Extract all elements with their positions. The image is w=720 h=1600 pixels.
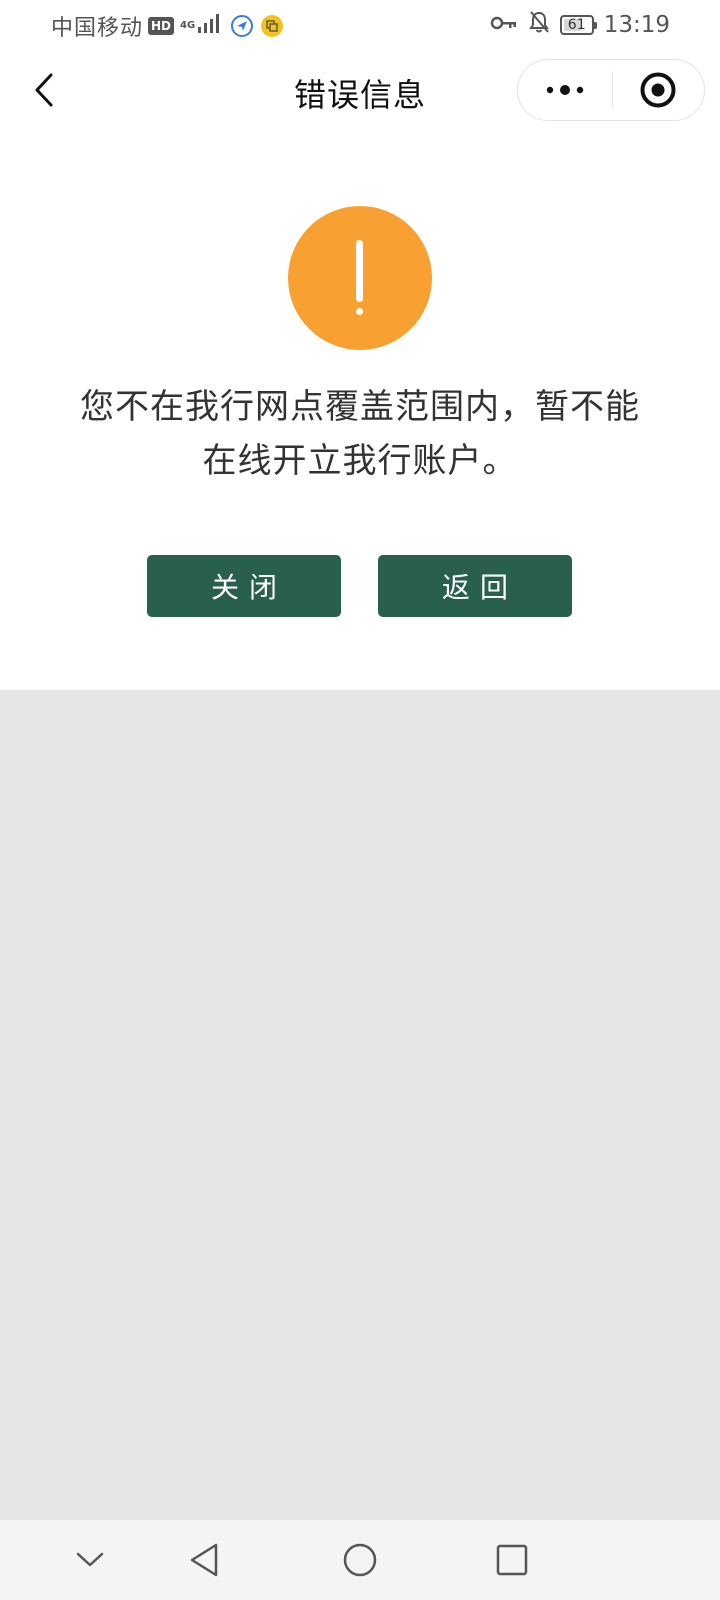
more-button[interactable] [518,60,612,120]
navigation-app-icon [231,15,254,37]
warning-exclamation-bar [356,240,363,302]
copy-app-icon [261,15,284,37]
bell-muted-icon [528,10,550,40]
exit-mini-program-button[interactable] [613,60,705,120]
clock: 13:19 [603,12,670,38]
return-button[interactable]: 返回 [378,555,572,617]
battery-icon: 61 [559,15,597,35]
circle-home-icon [343,1543,377,1577]
navigation-bar: 错误信息 [0,50,720,132]
network-type: 4G [180,20,196,31]
warning-icon [288,206,432,350]
error-content: 您不在我行网点覆盖范围内，暂不能 在线开立我行账户。 关闭 返回 [0,132,720,690]
battery-percent: 61 [567,17,586,33]
target-close-icon [640,72,676,108]
carrier-name: 中国移动 [51,16,144,41]
signal-icon [197,12,223,40]
warning-exclamation-dot [356,308,363,315]
hd-badge: HD [148,17,175,35]
system-navigation-bar [0,1520,720,1600]
error-message-line-2: 在线开立我行账户。 [202,441,518,481]
key-icon [490,13,518,38]
square-recents-icon [496,1544,528,1576]
more-dots-icon [546,85,583,95]
mini-program-capsule [517,59,705,121]
status-left: 中国移动 HD 4G [51,10,284,42]
error-message: 您不在我行网点覆盖范围内，暂不能 在线开立我行账户。 [40,380,680,488]
recents-button[interactable] [490,1538,534,1582]
system-back-button[interactable] [182,1538,226,1582]
chevron-down-icon [76,1552,104,1567]
collapse-button[interactable] [68,1538,112,1582]
status-right: 61 13:19 [480,10,670,40]
error-message-line-1: 您不在我行网点覆盖范围内，暂不能 [80,387,640,427]
screen: 中国移动 HD 4G 61 13:19 错误信息 您不在我行网点覆盖范围内，暂不… [0,0,720,1600]
triangle-back-icon [190,1543,218,1577]
close-button[interactable]: 关闭 [147,555,341,617]
home-button[interactable] [338,1538,382,1582]
status-bar: 中国移动 HD 4G 61 13:19 [0,0,720,50]
